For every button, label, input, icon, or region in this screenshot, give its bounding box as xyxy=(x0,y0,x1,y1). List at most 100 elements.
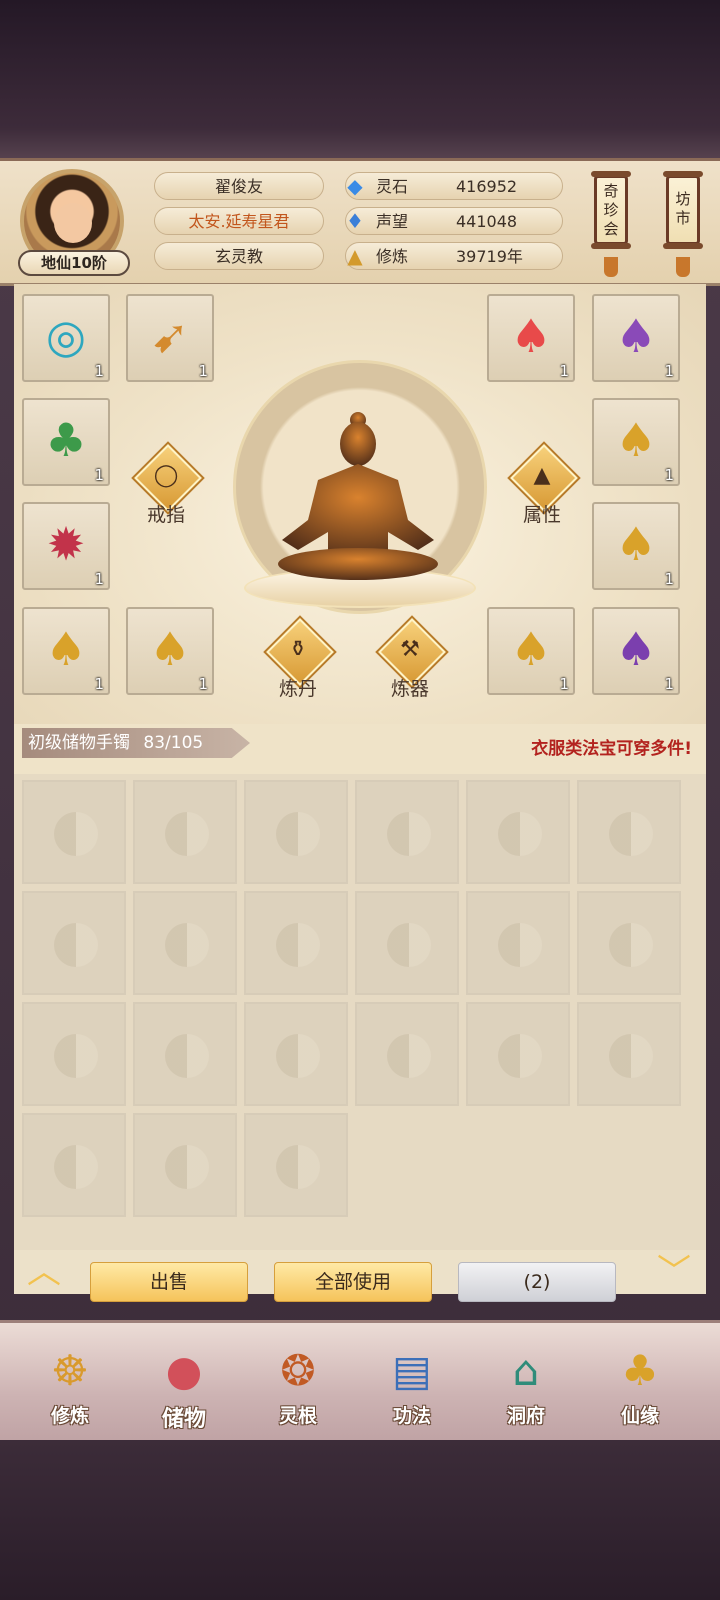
alchemy-button[interactable]: ⚱ 炼丹 xyxy=(260,618,334,700)
equipment-slot-dragon-claw[interactable]: ✹ 1 xyxy=(22,502,110,590)
bag-name: 初级储物手镯 xyxy=(28,733,130,753)
yin-yang-icon xyxy=(609,812,653,856)
scroll-up-arrow-icon[interactable]: ︿ xyxy=(22,1255,66,1289)
equipment-slot-red-robe[interactable]: ♠ 1 xyxy=(487,294,575,382)
equipment-slot-purple-robe[interactable]: ♠ 1 xyxy=(592,607,680,695)
yin-yang-icon xyxy=(276,923,320,967)
equipment-slot-bow[interactable]: ➹ 1 xyxy=(126,294,214,382)
item-count: 1 xyxy=(198,362,208,380)
resource-cultivation: ▲ 修炼 39719年 xyxy=(345,242,563,270)
yin-yang-icon xyxy=(54,812,98,856)
golden-robe-icon: ♠ xyxy=(45,622,87,676)
page-indicator[interactable]: (2) xyxy=(458,1262,616,1302)
inventory-slot[interactable] xyxy=(466,780,570,884)
meditation-icon: ▲ xyxy=(347,244,363,268)
tassel-decoration xyxy=(604,257,618,277)
equipment-slot-golden-robe[interactable]: ♠ 1 xyxy=(592,398,680,486)
bag-title[interactable]: 初级储物手镯 83/105 xyxy=(22,728,250,758)
item-count: 1 xyxy=(664,362,674,380)
inventory-slot[interactable] xyxy=(244,780,348,884)
item-count: 1 xyxy=(94,362,104,380)
item-count: 1 xyxy=(94,675,104,693)
nav-label: 洞府 xyxy=(506,1405,545,1427)
resource-spirit-stone: ◆ 灵石 416952 xyxy=(345,172,563,200)
ring-button[interactable]: ◯ 戒指 xyxy=(128,444,202,526)
inventory-slot[interactable] xyxy=(244,1002,348,1106)
equipment-slot-golden-robe[interactable]: ♠ 1 xyxy=(592,502,680,590)
equipment-slot-golden-robe[interactable]: ♠ 1 xyxy=(487,607,575,695)
nav-label: 储物 xyxy=(161,1407,206,1432)
player-title[interactable]: 太安.延寿星君 xyxy=(154,207,324,235)
attributes-button[interactable]: ▲ 属性 xyxy=(504,444,578,526)
tip-text: 衣服类法宝可穿多件! xyxy=(531,739,692,759)
inventory-slot[interactable] xyxy=(244,891,348,995)
alchemy-label: 炼丹 xyxy=(278,678,317,700)
meditating-figure-icon xyxy=(278,412,438,580)
nav-techniques[interactable]: ▤ 功法 xyxy=(362,1341,462,1437)
inventory-slot[interactable] xyxy=(22,1113,126,1217)
nav-label: 仙缘 xyxy=(620,1405,659,1427)
inventory-slot[interactable] xyxy=(355,891,459,995)
nav-mansion[interactable]: ⌂ 洞府 xyxy=(476,1341,576,1437)
nav-fate[interactable]: ♣ 仙缘 xyxy=(590,1341,690,1437)
yin-yang-icon xyxy=(276,812,320,856)
item-count: 1 xyxy=(664,570,674,588)
bag-capacity: 83/105 xyxy=(143,733,204,753)
book-icon: ▤ xyxy=(392,1346,432,1395)
nav-spirit-root[interactable]: ❂ 灵根 xyxy=(248,1341,348,1437)
use-all-button[interactable]: 全部使用 xyxy=(274,1262,432,1302)
inventory-slot[interactable] xyxy=(22,1002,126,1106)
forging-button[interactable]: ⚒ 炼器 xyxy=(372,618,446,700)
resource-value: 39719年 xyxy=(456,247,523,266)
equipment-slot-bracelet[interactable]: ◎ 1 xyxy=(22,294,110,382)
golden-robe-icon: ♠ xyxy=(615,413,657,467)
equipment-slot-golden-robe[interactable]: ♠ 1 xyxy=(126,607,214,695)
scroll-down-arrow-icon[interactable]: ﹀ xyxy=(652,1255,696,1289)
player-sect[interactable]: 玄灵教 xyxy=(154,242,324,270)
tassel-decoration xyxy=(676,257,690,277)
blue-flame-icon: ♦ xyxy=(346,209,364,233)
meditation-hat-icon: ▲ xyxy=(533,463,551,488)
player-header: 地仙10阶 翟俊友 太安.延寿星君 玄灵教 ◆ 灵石 416952 ♦ 声望 4… xyxy=(0,158,720,286)
inventory-slot[interactable] xyxy=(577,780,681,884)
spirit-root-icon: ❂ xyxy=(280,1346,316,1395)
ring-icon: ◯ xyxy=(153,463,179,488)
yin-yang-icon xyxy=(276,1034,320,1078)
item-count: 1 xyxy=(664,675,674,693)
nav-cultivation[interactable]: ☸ 修炼 xyxy=(20,1341,120,1437)
item-count: 1 xyxy=(559,362,569,380)
resource-value: 416952 xyxy=(456,177,518,196)
inventory-slot[interactable] xyxy=(133,1002,237,1106)
inventory-slot[interactable] xyxy=(355,1002,459,1106)
inventory-slot[interactable] xyxy=(133,1113,237,1217)
yin-yang-icon xyxy=(387,923,431,967)
equipment-slot-leaf-robe[interactable]: ♣ 1 xyxy=(22,398,110,486)
inventory-slot[interactable] xyxy=(355,780,459,884)
inventory-slot[interactable] xyxy=(466,891,570,995)
nav-storage[interactable]: ● 储物 xyxy=(134,1341,234,1437)
market-button[interactable]: 坊市 xyxy=(663,171,703,249)
inventory-slot[interactable] xyxy=(577,891,681,995)
top-band xyxy=(0,0,720,160)
bottom-nav: ☸ 修炼 ● 储物 ❂ 灵根 ▤ 功法 ⌂ 洞府 ♣ 仙缘 xyxy=(0,1320,720,1443)
nav-label: 修炼 xyxy=(50,1405,89,1427)
equipment-slot-purple-robe[interactable]: ♠ 1 xyxy=(592,294,680,382)
inventory-slot[interactable] xyxy=(22,891,126,995)
red-dragon-claw-icon: ✹ xyxy=(46,517,86,571)
sell-button[interactable]: 出售 xyxy=(90,1262,248,1302)
treasure-fair-button[interactable]: 奇珍会 xyxy=(591,171,631,249)
inventory-slot[interactable] xyxy=(133,780,237,884)
inventory-grid xyxy=(14,774,706,1250)
item-count: 1 xyxy=(94,570,104,588)
inventory-slot[interactable] xyxy=(466,1002,570,1106)
item-count: 1 xyxy=(94,466,104,484)
inventory-slot[interactable] xyxy=(22,780,126,884)
gourd-icon: ♣ xyxy=(621,1346,659,1395)
avatar-face xyxy=(54,203,92,243)
golden-robe-icon: ♠ xyxy=(149,622,191,676)
inventory-slot[interactable] xyxy=(244,1113,348,1217)
inventory-slot[interactable] xyxy=(577,1002,681,1106)
golden-robe-icon: ♠ xyxy=(510,622,552,676)
equipment-slot-golden-robe[interactable]: ♠ 1 xyxy=(22,607,110,695)
inventory-slot[interactable] xyxy=(133,891,237,995)
